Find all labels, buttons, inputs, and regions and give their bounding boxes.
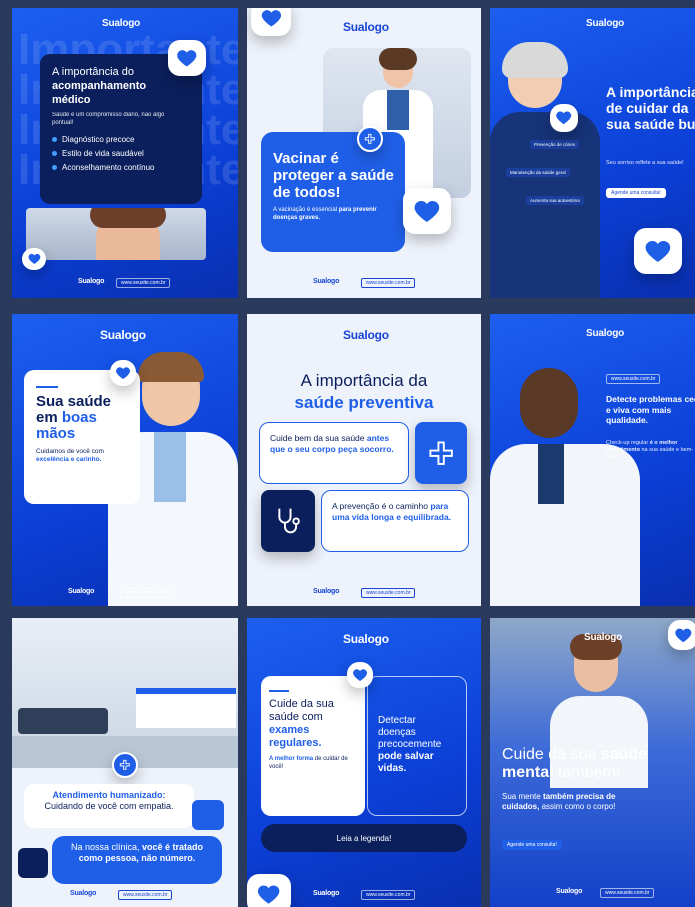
detection-card: Detectar doenças precocemente pode salva… [367,676,467,816]
exams-card: Cuide da sua saúde com exames regulares.… [261,676,365,816]
decorative-square [192,800,224,830]
website-url[interactable]: www.seusite.com.br [116,278,171,288]
brand-logo: Sualogo [343,328,389,342]
post-tile-preventive-health[interactable]: Sualogo A importância da saúde preventiv… [247,314,481,606]
heart-icon [168,40,206,76]
card-subtitle: Cuidamos de você com excelência e carinh… [36,448,104,464]
website-url[interactable]: www.seusite.com.br [120,588,175,598]
post-subtitle: Check-up regular é o melhor investimento… [606,440,694,460]
bullet-item: Estilo de vida saudável [52,149,190,158]
website-url[interactable]: www.seusite.com.br [118,890,173,900]
post-title: Cuide da sua saúde mental também! [502,746,647,781]
post-subtitle: Seu sorriso reflete a sua saúde! [606,160,684,166]
feature-chip: Aumenta sua autoestima [526,196,584,205]
brand-logo: Sualogo [343,632,389,646]
heart-icon [251,8,291,36]
bullet-item: Aconselhamento contínuo [52,163,190,172]
brand-logo: Sualogo [68,588,95,595]
post-tile-regular-exams[interactable]: Sualogo Cuide da sua saúde com exames re… [247,618,481,907]
post-subtitle: Sua mente também precisa de cuidados, as… [502,792,616,811]
card-title: Vacinar é proteger a saúde de todos! [273,150,394,201]
card-subtitle: Saúde é um compromisso diário, não algo … [52,112,165,126]
brand-logo: Sualogo [556,888,583,895]
post-tile-humanized-care[interactable]: Atendimento humanizado: Cuidando de você… [12,618,238,907]
plus-icon [112,752,138,778]
info-card: A importância do acompanhamento médico S… [40,54,202,204]
brand-logo: Sualogo [584,632,623,643]
website-url[interactable]: www.seusite.com.br [361,588,416,598]
doctor-photo [26,208,206,260]
heart-icon [403,188,451,234]
heart-icon [634,228,682,274]
brand-logo: Sualogo [313,278,340,285]
decorative-square [18,848,48,878]
plus-icon [357,126,383,152]
post-tile-mental-health[interactable]: Sualogo Cuide da sua saúde mental também… [490,618,695,907]
brand-logo: Sualogo [100,328,146,342]
humanized-care-card: Atendimento humanizado: Cuidando de você… [24,784,194,828]
stethoscope-icon [261,490,315,552]
brand-logo: Sualogo [343,20,389,34]
website-url[interactable]: www.seusite.com.br [361,890,416,900]
heart-icon [110,360,136,386]
post-tile-vaccination[interactable]: Sualogo Vacinar é proteger a saúde de to… [247,8,481,298]
brand-logo: Sualogo [78,278,105,285]
heart-icon [247,874,291,907]
card-title: acompanhamento médico [52,79,147,106]
clinic-card: Na nossa clínica, você é tratado como pe… [52,836,222,884]
bullet-dot-icon [52,165,57,171]
brand-logo: Sualogo [70,890,97,897]
info-card: Sua saúde em boas mãos Cuidamos de você c… [24,370,140,504]
schedule-button[interactable]: Agende uma consulta! [502,840,562,850]
prevention-card-1: Cuide bem da sua saúde antes que o seu c… [259,422,409,484]
website-url[interactable]: www.seusite.com.br [361,278,416,288]
brand-logo: Sualogo [586,18,625,29]
bullet-dot-icon [52,151,57,157]
prevention-card-2: A prevenção é o caminho para uma vida lo… [321,490,469,552]
feature-chip: Manutenção da saúde geral [506,168,570,177]
card-subtitle: A vacinação é essencial para prevenir do… [273,207,377,221]
bullet-item: Diagnóstico precoce [52,135,190,144]
feature-chip: Prevenção de cáries [530,140,580,149]
plus-icon [415,422,467,484]
post-title: A importância de cuidar da sua saúde buc… [606,84,695,132]
schedule-button[interactable]: Agende uma consulta! [606,188,666,198]
heart-icon [550,104,578,132]
post-tile-good-hands[interactable]: Sualogo Sua saúde em boas mãos Cuidamos d… [12,314,238,606]
post-grid: Importante Importante Importante Importa… [0,0,695,907]
post-tile-oral-health[interactable]: Sualogo Prevenção de cáries Manutenção d… [490,8,695,298]
website-url[interactable]: www.seusite.com.br [600,888,655,898]
heart-icon [347,662,373,688]
heart-icon [22,248,46,270]
website-url[interactable]: www.seusite.com.br [606,374,661,384]
brand-logo: Sualogo [586,328,625,339]
post-tile-checkup[interactable]: Sualogo www.seusite.com.br Detecte probl… [490,314,695,606]
heart-icon [668,620,695,650]
brand-logo: Sualogo [313,890,340,897]
read-caption-button[interactable]: Leia a legenda! [261,824,467,852]
clinic-photo [12,618,238,768]
post-tile-medical-followup[interactable]: Importante Importante Importante Importa… [12,8,238,298]
post-title-line2: saúde preventiva [294,393,434,412]
post-title: Detecte problemas cedo e viva com mais q… [606,394,695,426]
post-title-line1: A importância da [300,371,428,390]
brand-logo: Sualogo [102,18,141,29]
bullet-dot-icon [52,137,57,143]
card-title: Sua saúde em boas mãos [36,393,112,442]
brand-logo: Sualogo [313,588,340,595]
vaccination-card: Vacinar é proteger a saúde de todos! A v… [261,132,405,252]
